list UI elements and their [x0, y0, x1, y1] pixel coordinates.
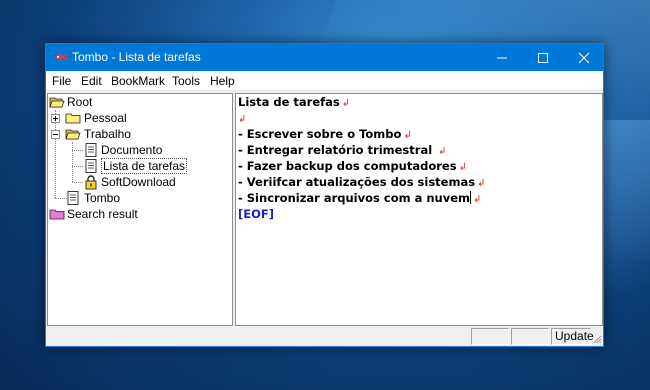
status-bar: Update [46, 326, 603, 346]
tombo-window: Tombo - Lista de tarefas File Edit BookM… [45, 43, 604, 347]
tree-label: SoftDownload [101, 175, 176, 189]
status-cell [471, 328, 509, 345]
folder-icon [65, 113, 81, 124]
tree-label: Pessoal [84, 111, 127, 125]
expand-toggle[interactable] [51, 114, 60, 123]
maximize-button[interactable] [523, 44, 563, 71]
newline-marker-icon: ↲ [403, 130, 412, 141]
newline-marker-icon: ↲ [458, 162, 467, 173]
note-editor[interactable]: Lista de tarefas ↲ ↲ - Escrever sobre o T… [235, 93, 603, 326]
tree-label: Tombo [84, 191, 121, 205]
document-icon [67, 191, 79, 205]
editor-line: ↲ [238, 111, 246, 127]
newline-marker-icon: ↲ [341, 98, 351, 109]
document-icon [85, 143, 97, 157]
folder-open-icon [65, 129, 81, 140]
newline-marker-icon: ↲ [473, 194, 482, 205]
menu-bar: File Edit BookMark Tools Help [46, 71, 603, 91]
lock-icon [85, 175, 97, 190]
menu-edit[interactable]: Edit [81, 74, 102, 88]
tree-node-pessoal[interactable]: Pessoal [48, 110, 228, 126]
tree-label-selected: Lista de tarefas [101, 158, 188, 174]
tree-node-tombo[interactable]: Tombo [48, 190, 228, 206]
collapse-toggle[interactable] [51, 130, 60, 139]
tree-label: Search result [67, 207, 138, 221]
editor-line: - Veriifcar atualizações dos sistemas ↲ [238, 175, 485, 191]
folder-pink-icon [49, 209, 65, 220]
minimize-icon [497, 57, 507, 59]
folder-open-icon [49, 97, 65, 108]
tree-node-documento[interactable]: Documento [48, 142, 228, 158]
status-update: Update [551, 328, 594, 345]
editor-line: - Escrever sobre o Tombo ↲ [238, 127, 412, 143]
tree-node-search-result[interactable]: Search result [48, 206, 228, 222]
menu-help[interactable]: Help [210, 74, 235, 88]
minimize-button[interactable] [482, 44, 522, 71]
editor-line-text: - Fazer backup dos computadores [238, 159, 457, 173]
status-cell [511, 328, 549, 345]
editor-line-text: - Veriifcar atualizações dos sistemas [238, 175, 476, 189]
menu-file[interactable]: File [52, 74, 71, 88]
newline-marker-icon: ↲ [238, 114, 247, 125]
editor-line-text: - Entregar relatório trimestral [238, 143, 437, 157]
close-icon [578, 52, 590, 64]
close-button[interactable] [564, 44, 604, 71]
tree-node-root[interactable]: Root [48, 94, 228, 110]
menu-bookmark[interactable]: BookMark [111, 74, 165, 88]
tree-node-softdownload[interactable]: SoftDownload [48, 174, 228, 190]
text-caret [470, 191, 471, 204]
editor-line: Lista de tarefas ↲ [238, 95, 350, 111]
window-title: Tombo - Lista de tarefas [72, 50, 201, 64]
editor-line-text: Lista de tarefas [238, 95, 340, 109]
editor-line: - Entregar relatório trimestral ↲ [238, 143, 447, 159]
document-icon [85, 159, 97, 173]
editor-line: - Fazer backup dos computadores ↲ [238, 159, 467, 175]
resize-grip-icon[interactable] [592, 334, 602, 344]
notes-tree[interactable]: Root Pessoal Trabalho Documento Lista de… [47, 93, 233, 326]
title-bar[interactable]: Tombo - Lista de tarefas [46, 44, 603, 71]
editor-line-text: - Escrever sobre o Tombo [238, 127, 402, 141]
eof-marker: [EOF] [238, 207, 274, 221]
newline-marker-icon: ↲ [477, 178, 486, 189]
editor-line-text: - Sincronizar arquivos com a nuvem [238, 191, 470, 205]
tombo-app-icon [54, 53, 69, 61]
maximize-icon [538, 53, 548, 63]
tree-label: Trabalho [84, 127, 131, 141]
editor-line: - Sincronizar arquivos com a nuvem ↲ [238, 191, 481, 207]
tree-label: Root [67, 95, 93, 109]
tree-label: Documento [101, 143, 163, 157]
tree-node-trabalho[interactable]: Trabalho [48, 126, 228, 142]
menu-tools[interactable]: Tools [172, 74, 200, 88]
tree-node-lista-de-tarefas[interactable]: Lista de tarefas [48, 158, 228, 174]
newline-marker-icon: ↲ [438, 146, 447, 157]
